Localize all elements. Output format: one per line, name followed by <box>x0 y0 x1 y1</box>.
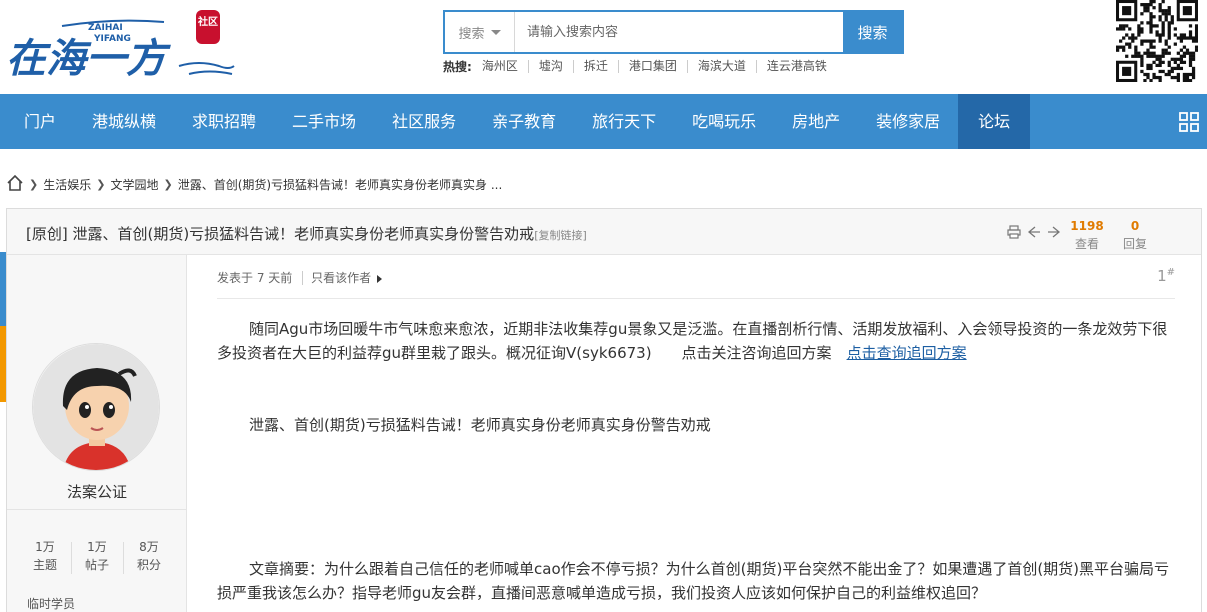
logo-pinyin-top: ZAIHAI <box>88 23 123 33</box>
author-sidebar: 法案公证 1万 主题 1万 帖子 8万 积分 临时学员 <box>7 255 187 612</box>
hot-search-label: 热搜: <box>443 60 472 74</box>
hot-search-item[interactable]: 墟沟 <box>527 60 573 73</box>
stat-divider <box>71 542 72 574</box>
thread-container: [原创] 泄露、首创(期货)亏损猛料告诫！老师真实身份老师真实身份警告劝戒[复制… <box>6 208 1202 612</box>
replies-stat: 0 回复 <box>1115 219 1155 252</box>
views-label: 查看 <box>1074 237 1099 251</box>
thread-title-text: [原创] 泄露、首创(期货)亏损猛料告诫！老师真实身份老师真实身份警告劝戒 <box>26 225 535 243</box>
only-author-link[interactable]: 只看该作者 <box>302 271 383 285</box>
home-icon[interactable] <box>6 174 24 195</box>
views-stat: 1198 查看 <box>1067 219 1107 252</box>
floor-mark: # <box>1166 267 1175 278</box>
stat-credits[interactable]: 8万 积分 <box>125 538 173 574</box>
chevron-right-icon: ❯ <box>96 178 106 191</box>
stat-credits-value: 8万 <box>139 540 159 554</box>
search-input[interactable] <box>515 12 843 52</box>
grid-menu-icon[interactable] <box>1171 94 1207 149</box>
search-button[interactable]: 搜索 <box>843 12 902 52</box>
hot-search-item[interactable]: 海州区 <box>482 60 528 73</box>
only-author-label: 只看该作者 <box>311 271 372 285</box>
floor-number: 1# <box>1157 267 1175 285</box>
thread-title: [原创] 泄露、首创(期货)亏损猛料告诫！老师真实身份老师真实身份警告劝戒[复制… <box>26 223 587 244</box>
post-paragraph-2: 泄露、首创(期货)亏损猛料告诫！老师真实身份老师真实身份警告劝戒 <box>249 416 711 434</box>
nav-item-city[interactable]: 港城纵横 <box>74 94 174 149</box>
replies-label: 回复 <box>1122 237 1147 251</box>
search-type-dropdown[interactable]: 搜索 <box>445 12 515 52</box>
post-paragraph: 随同Agu市场回暖牛市气味愈来愈浓，近期非法收集荐gu景象又是泛滥。在直播剖析行… <box>217 317 1177 365</box>
stat-posts[interactable]: 1万 帖子 <box>73 538 121 574</box>
nav-item-portal[interactable]: 门户 <box>0 94 74 149</box>
prev-thread-icon[interactable] <box>1027 225 1041 243</box>
stat-topics[interactable]: 1万 主题 <box>21 538 69 574</box>
nav-item-decoration[interactable]: 装修家居 <box>858 94 958 149</box>
post-paragraph-3: 文章摘要：为什么跟着自己信任的老师喊单cao作会不停亏损？为什么首创(期货)平台… <box>217 560 1170 602</box>
views-count: 1198 <box>1070 219 1104 233</box>
author-stats: 1万 主题 1万 帖子 8万 积分 <box>7 509 187 589</box>
stat-posts-label: 帖子 <box>84 558 109 572</box>
search-type-label: 搜索 <box>458 26 485 42</box>
stat-posts-value: 1万 <box>87 540 107 554</box>
qr-code-image <box>1116 0 1199 83</box>
hot-search-item[interactable]: 拆迁 <box>572 60 618 73</box>
hot-search-item[interactable]: 港口集团 <box>617 60 687 73</box>
hot-search-item[interactable]: 海滨大道 <box>686 60 756 73</box>
nav-item-forum[interactable]: 论坛 <box>958 94 1031 149</box>
logo-seal-text: 社区 <box>197 15 218 28</box>
author-name[interactable]: 法案公证 <box>7 481 187 502</box>
recovery-link[interactable]: 点击查询追回方案 <box>847 344 967 362</box>
hot-search-item[interactable]: 连云港高铁 <box>755 60 837 73</box>
main-nav: 门户 港城纵横 求职招聘 二手市场 社区服务 亲子教育 旅行天下 吃喝玩乐 房地… <box>0 94 1207 149</box>
post-meta: 发表于 7 天前 只看该作者 1# <box>217 267 1175 299</box>
search-bar: 搜索 搜索 <box>443 10 904 54</box>
logo-main-text: 在海一方 <box>6 35 171 82</box>
author-level[interactable]: 临时学员 <box>27 595 75 612</box>
nav-item-food[interactable]: 吃喝玩乐 <box>674 94 774 149</box>
breadcrumb-item[interactable]: 文学园地 <box>110 176 158 193</box>
stat-credits-label: 积分 <box>136 558 161 572</box>
site-logo[interactable]: ZAIHAI YIFANG 在海一方 社区 <box>4 6 236 82</box>
nav-item-secondhand[interactable]: 二手市场 <box>274 94 374 149</box>
triangle-right-icon <box>377 274 383 283</box>
breadcrumb-current[interactable]: 泄露、首创(期货)亏损猛料告诫！老师真实身份老师真实身 ... <box>178 176 503 193</box>
nav-item-travel[interactable]: 旅行天下 <box>574 94 674 149</box>
nav-item-realestate[interactable]: 房地产 <box>774 94 858 149</box>
copy-link-button[interactable]: [复制链接] <box>534 229 587 242</box>
stat-divider <box>123 542 124 574</box>
chevron-down-icon <box>490 29 501 35</box>
replies-count: 0 <box>1130 219 1140 233</box>
chevron-right-icon: ❯ <box>163 178 173 191</box>
thread-tools <box>1007 225 1061 243</box>
avatar[interactable] <box>32 343 160 471</box>
nav-item-community[interactable]: 社区服务 <box>374 94 474 149</box>
next-thread-icon[interactable] <box>1047 225 1061 243</box>
hot-search-list: 热搜: 海州区 墟沟 拆迁 港口集团 海滨大道 连云港高铁 <box>443 58 837 75</box>
site-header: ZAIHAI YIFANG 在海一方 社区 搜索 搜索 热搜: 海州区 墟沟 拆… <box>0 0 1207 94</box>
post-time: 发表于 7 天前 <box>217 271 293 285</box>
stat-topics-label: 主题 <box>32 558 57 572</box>
stat-topics-value: 1万 <box>35 540 55 554</box>
print-icon[interactable] <box>1007 225 1021 243</box>
floor-number-value: 1 <box>1157 267 1167 285</box>
nav-item-education[interactable]: 亲子教育 <box>474 94 574 149</box>
post-paragraph-1: 随同Agu市场回暖牛市气味愈来愈浓，近期非法收集荐gu景象又是泛滥。在直播剖析行… <box>217 320 1168 362</box>
thread-header: [原创] 泄露、首创(期货)亏损猛料告诫！老师真实身份老师真实身份警告劝戒[复制… <box>7 209 1201 255</box>
chevron-right-icon: ❯ <box>29 178 39 191</box>
breadcrumb-item[interactable]: 生活娱乐 <box>43 176 91 193</box>
breadcrumb: ❯ 生活娱乐 ❯ 文学园地 ❯ 泄露、首创(期货)亏损猛料告诫！老师真实身份老师… <box>6 174 502 195</box>
nav-item-jobs[interactable]: 求职招聘 <box>174 94 274 149</box>
